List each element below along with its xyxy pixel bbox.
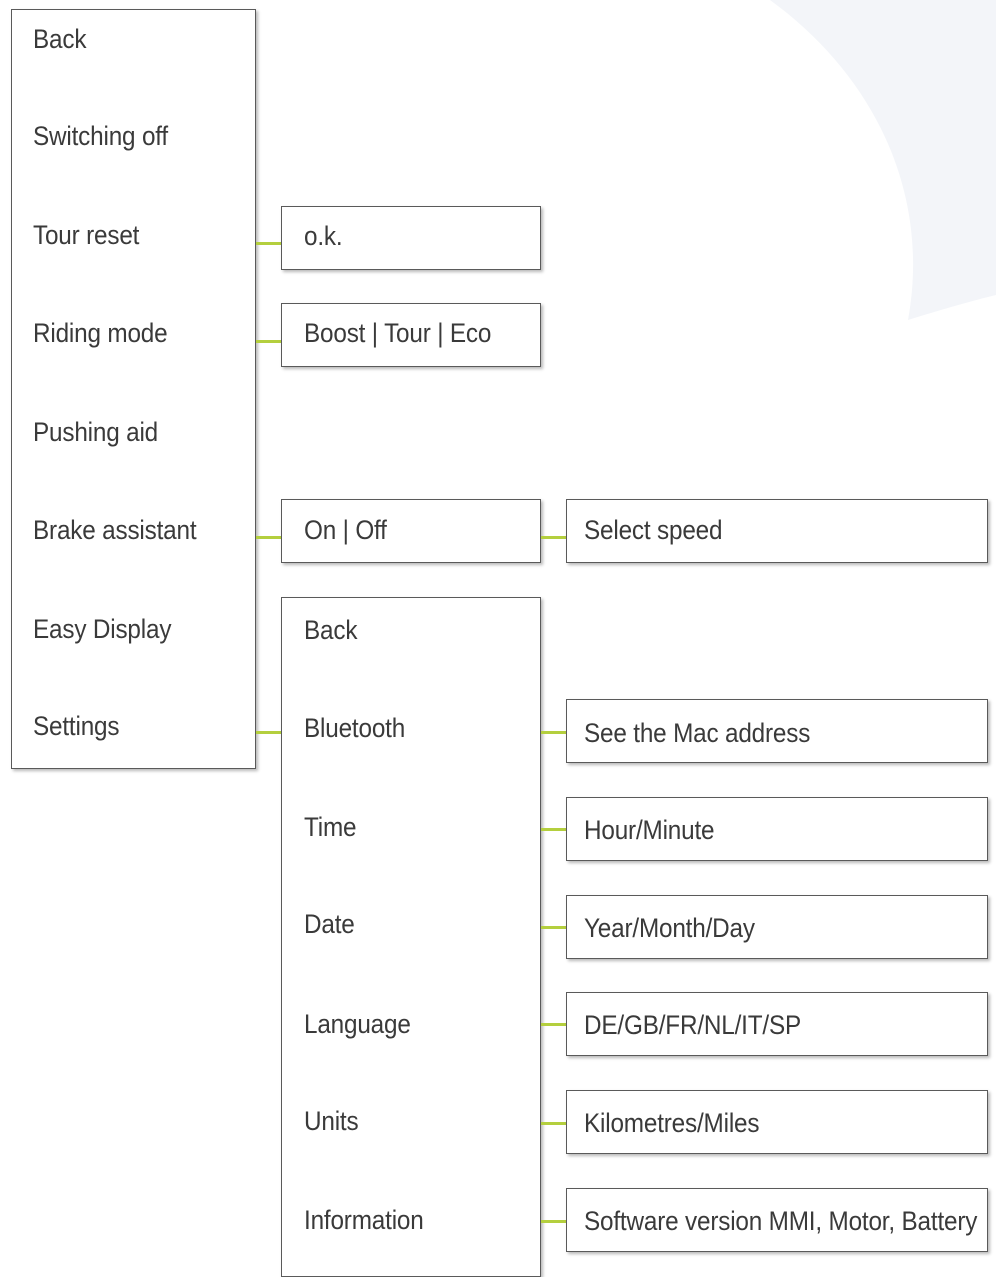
- connector-language: [541, 1023, 567, 1026]
- date-year-month-day[interactable]: Year/Month/Day: [584, 911, 755, 945]
- connector-brake-speed: [541, 536, 567, 539]
- tour-reset-ok[interactable]: o.k.: [304, 219, 343, 253]
- language-options[interactable]: DE/GB/FR/NL/IT/SP: [584, 1008, 801, 1042]
- main-menu-settings[interactable]: Settings: [33, 709, 120, 743]
- main-menu-tour-reset[interactable]: Tour reset: [33, 218, 139, 252]
- connector-units: [541, 1122, 567, 1125]
- units-options[interactable]: Kilometres/Miles: [584, 1106, 760, 1140]
- connector-bluetooth: [541, 731, 567, 734]
- connector-information: [541, 1220, 567, 1223]
- main-menu-easy-display[interactable]: Easy Display: [33, 612, 171, 646]
- main-menu-brake-assistant[interactable]: Brake assistant: [33, 513, 197, 547]
- information-software-version[interactable]: Software version MMI, Motor, Battery: [584, 1204, 977, 1238]
- connector-time: [541, 828, 567, 831]
- settings-back[interactable]: Back: [304, 613, 357, 647]
- connector-tour-reset: [256, 242, 282, 245]
- connector-settings: [256, 731, 282, 734]
- main-menu-riding-mode[interactable]: Riding mode: [33, 316, 168, 350]
- settings-information[interactable]: Information: [304, 1203, 424, 1237]
- brake-select-speed[interactable]: Select speed: [584, 513, 723, 547]
- main-menu-back[interactable]: Back: [33, 22, 86, 56]
- main-menu-switching-off[interactable]: Switching off: [33, 119, 168, 153]
- time-hour-minute[interactable]: Hour/Minute: [584, 813, 715, 847]
- brake-assistant-options[interactable]: On | Off: [304, 513, 387, 547]
- settings-units[interactable]: Units: [304, 1104, 359, 1138]
- settings-date[interactable]: Date: [304, 907, 355, 941]
- connector-date: [541, 926, 567, 929]
- settings-time[interactable]: Time: [304, 810, 357, 844]
- bluetooth-mac-address[interactable]: See the Mac address: [584, 716, 810, 750]
- riding-mode-options[interactable]: Boost | Tour | Eco: [304, 316, 491, 350]
- connector-brake-assistant: [256, 536, 282, 539]
- main-menu-pushing-aid[interactable]: Pushing aid: [33, 415, 158, 449]
- connector-riding-mode: [256, 340, 282, 343]
- settings-language[interactable]: Language: [304, 1007, 411, 1041]
- settings-bluetooth[interactable]: Bluetooth: [304, 711, 405, 745]
